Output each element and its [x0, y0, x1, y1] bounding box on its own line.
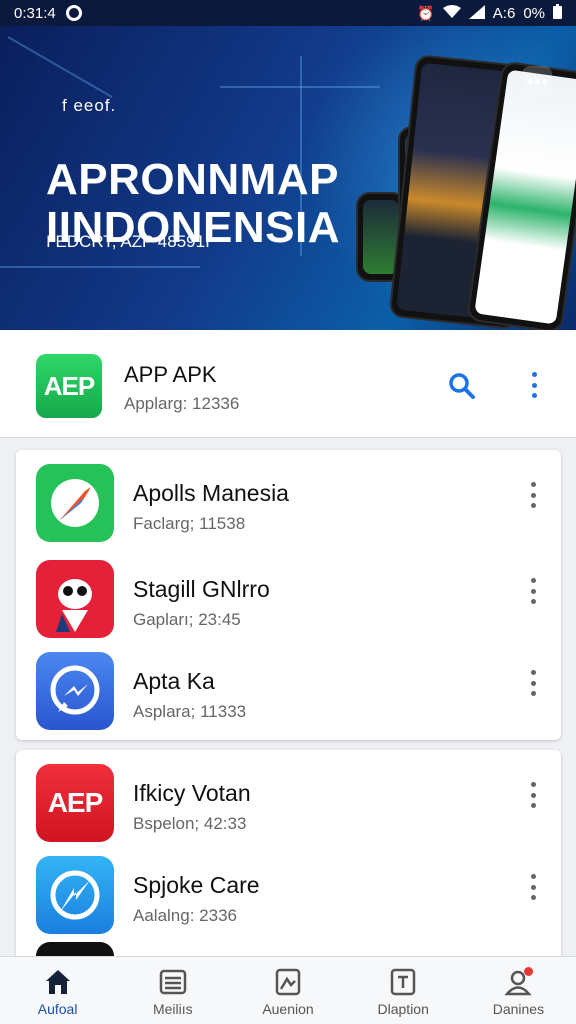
nav-home[interactable]: Aufoal [0, 957, 115, 1024]
nav-list-label: Meiliıs [152, 1001, 193, 1017]
app-name: APP APK [124, 362, 217, 387]
lightning-icon [36, 856, 114, 934]
nav-profile[interactable]: Danines [461, 957, 576, 1024]
item-subtitle: Bspelon; 42:33 [133, 814, 247, 833]
app-subtitle: Applarg: 12336 [124, 394, 240, 413]
item-name: Apta Ka [133, 668, 215, 694]
alarm-icon: ⏰ [417, 4, 435, 21]
banner-subtitle: I EDCRT, AZP 48591I [46, 232, 210, 251]
list-item[interactable]: Stagill GNlrro Gapları; 23:45 [16, 552, 561, 644]
nav-tablet[interactable]: Dlaption [346, 957, 461, 1024]
nav-profile-label: Danines [492, 1001, 545, 1017]
status-network-text: A:6 [492, 4, 516, 22]
app-list-card-1: Apolls Manesia Faclarg; 11538 Stagill GN… [16, 450, 561, 740]
list-item[interactable]: Apolls Manesia Faclarg; 11538 [16, 456, 561, 548]
circuit-line [220, 86, 380, 88]
nav-image-label: Auenion [262, 1001, 314, 1017]
nav-tablet-label: Dlaption [377, 1001, 429, 1017]
item-subtitle: Asplara; 11333 [133, 702, 247, 721]
wifi-icon [442, 4, 461, 22]
item-subtitle: Aalalng: 2336 [133, 906, 237, 925]
nav-home-label: Aufoal [37, 1001, 78, 1017]
item-menu-button[interactable] [528, 782, 538, 808]
mascot-icon [36, 560, 114, 638]
app-logo: AEP [36, 354, 102, 418]
banner-title-line1: APRONNMAP [46, 155, 339, 204]
nav-image[interactable]: Auenion [230, 957, 345, 1024]
list-item[interactable]: AEP Ifkicy Votan Bspelon; 42:33 [16, 756, 561, 848]
image-icon [275, 968, 301, 996]
messenger-icon [36, 652, 114, 730]
app-header: AEP APP APK Applarg: 12336 [0, 330, 576, 438]
item-name: Stagill GNlrro [133, 576, 270, 602]
item-subtitle: Gapları; 23:45 [133, 610, 241, 629]
signal-icon [468, 4, 485, 22]
circuit-line [0, 266, 200, 268]
tablet-icon [390, 968, 416, 996]
item-menu-button[interactable] [528, 874, 538, 900]
banner-badge-icon[interactable] [522, 66, 552, 96]
circuit-line [7, 36, 113, 98]
compass-icon [36, 464, 114, 542]
list-item[interactable]: Spjoke Care Aalalng: 2336 [16, 848, 561, 940]
app-list-card-2: AEP Ifkicy Votan Bspelon; 42:33 Spjoke C… [16, 750, 561, 980]
bottom-navigation: Aufoal Meiliıs Auenion Dlaption Danines [0, 956, 576, 1024]
status-time: 0:31:4 [14, 4, 56, 22]
banner-small-text: f eeof. [62, 96, 117, 115]
nav-list[interactable]: Meiliıs [115, 957, 230, 1024]
profile-icon [503, 967, 534, 997]
item-subtitle: Faclarg; 11538 [133, 514, 246, 533]
search-icon [449, 373, 475, 399]
list-item[interactable]: Apta Ka Asplara; 11333 [16, 644, 561, 736]
promo-banner[interactable]: f eeof. APRONNMAP IINDONENSIA I EDCRT, A… [0, 26, 576, 330]
item-name: Spjoke Care [133, 872, 260, 898]
list-icon [159, 969, 187, 995]
item-menu-button[interactable] [528, 482, 538, 508]
search-button[interactable] [446, 370, 478, 402]
item-menu-button[interactable] [528, 670, 538, 696]
battery-icon [553, 4, 562, 22]
status-bar: 0:31:4 ⏰ A:6 0% [0, 0, 576, 26]
aep-icon: AEP [36, 764, 114, 842]
item-name: Ifkicy Votan [133, 780, 251, 806]
item-menu-button[interactable] [528, 578, 538, 604]
home-icon [45, 970, 70, 994]
battery-percent: 0% [523, 4, 545, 22]
item-name: Apolls Manesia [133, 480, 289, 506]
notification-icon [65, 5, 82, 21]
header-menu-button[interactable] [529, 372, 539, 398]
